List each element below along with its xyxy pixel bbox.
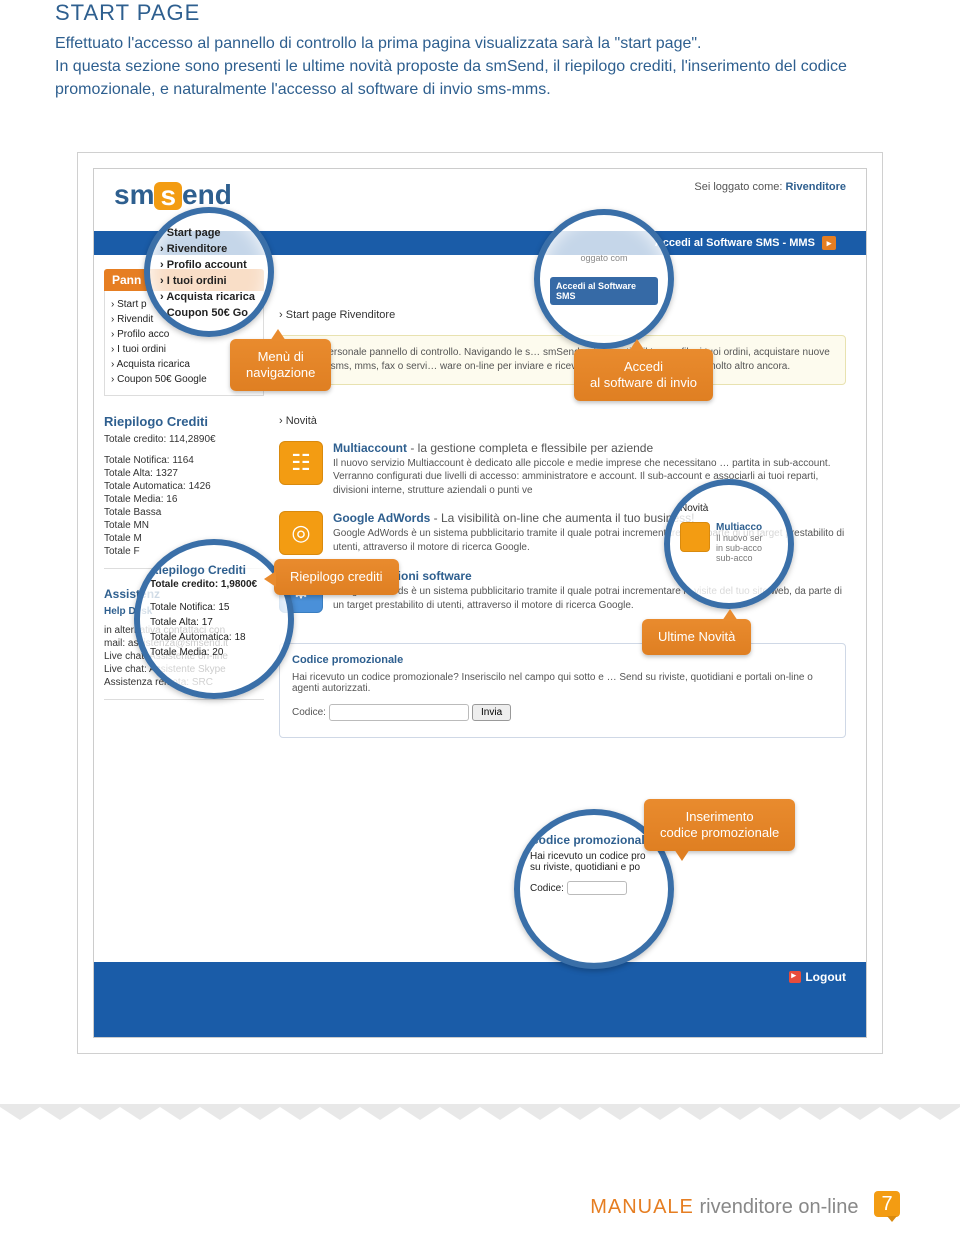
news-tag: - la gestione completa e flessibile per … xyxy=(407,441,653,455)
page-footer: MANUALE rivenditore on-line 7 xyxy=(0,1194,960,1220)
logo-post: end xyxy=(182,179,232,210)
credits-row: Totale Media: 16 xyxy=(104,493,264,506)
news-title: Google AdWords xyxy=(333,511,430,525)
promo-box: Codice promozionale Hai ricevuto un codi… xyxy=(279,643,846,738)
logo-mid: s xyxy=(154,182,182,210)
lens-menu: Start page Rivenditore Profilo account I… xyxy=(144,207,274,337)
lens-nov-crumb: Novità xyxy=(680,503,778,514)
callout-promo: Inserimentocodice promozionale xyxy=(644,799,795,852)
lens-nov-title: Multiacco xyxy=(716,522,763,533)
smsend-logo: smsend xyxy=(114,179,232,211)
intro-line-2: In questa sezione sono presenti le ultim… xyxy=(55,55,905,101)
multiaccount-icon: ☷ xyxy=(279,441,323,485)
lens-software: oggato com Accedi al Software SMS xyxy=(534,209,674,349)
news-heading: Novità xyxy=(279,415,846,427)
lens-cred-total: Totale credito: 1,9800€ xyxy=(150,577,278,592)
lens-sw-top: oggato com xyxy=(580,253,627,263)
promo-submit-button[interactable]: Invia xyxy=(472,704,511,721)
news-title: Multiaccount xyxy=(333,441,407,455)
callout-news: Ultime Novità xyxy=(642,619,751,655)
screenshot-frame: smsend Sei loggato come: Rivenditore Acc… xyxy=(77,152,883,1054)
lens-nov-line: sub-acco xyxy=(716,553,763,563)
credits-row: Totale Automatica: 1426 xyxy=(104,480,264,493)
logout-label: Logout xyxy=(805,970,846,984)
lens-promo-title: Codice promozionale xyxy=(530,833,658,847)
lens-cred-row: Totale Alta: 17 xyxy=(150,615,278,630)
lens-menu-item: Rivenditore xyxy=(160,241,258,257)
lens-nov-icon xyxy=(680,522,710,552)
lens-cred-row: Totale Notifica: 15 xyxy=(150,600,278,615)
credits-row: Totale Notifica: 1164 xyxy=(104,454,264,467)
lens-menu-item: I tuoi ordini xyxy=(160,273,258,289)
intro-line-1: Effettuato l'accesso al pannello di cont… xyxy=(55,32,905,55)
promo-label: Codice: xyxy=(292,707,326,718)
lens-sw-btn: Accedi al Software SMS xyxy=(550,277,658,305)
logged-as: Sei loggato come: Rivenditore xyxy=(694,181,846,193)
logout-icon xyxy=(789,971,801,983)
credits-row: Totale MN xyxy=(104,519,264,532)
lens-nov-line: in sub-acco xyxy=(716,543,763,553)
footer-manual: MANUALE xyxy=(590,1196,694,1218)
credits-total: Totale credito: 114,2890€ xyxy=(104,433,264,446)
lens-cred-row: Totale Media: 20 xyxy=(150,645,278,660)
credits-title: Riepilogo Crediti xyxy=(104,414,264,429)
bottom-bar: Logout xyxy=(94,962,866,1037)
access-software-label: Accedi al Software SMS - MMS xyxy=(655,236,815,248)
callout-software: Accedial software di invio xyxy=(574,349,713,402)
callout-credits: Riepilogo crediti xyxy=(274,559,399,595)
footer-sub: rivenditore on-line xyxy=(694,1196,859,1218)
lens-promo-input xyxy=(567,881,627,895)
arrow-right-icon: ▸ xyxy=(822,236,836,250)
credits-row: Totale Alta: 1327 xyxy=(104,467,264,480)
credits-row: Totale Bassa xyxy=(104,506,264,519)
lens-news: Novità Multiacco Il nuovo ser in sub-acc… xyxy=(664,479,794,609)
logout-button[interactable]: Logout xyxy=(789,970,846,984)
lens-cred-title: Riepilogo Crediti xyxy=(150,563,278,577)
lens-menu-item: Profilo account xyxy=(160,257,258,273)
page-number: 7 xyxy=(874,1191,900,1217)
lens-nov-line: Il nuovo ser xyxy=(716,533,763,543)
promo-input[interactable] xyxy=(329,704,469,721)
logged-as-user: Rivenditore xyxy=(785,181,846,193)
news-tag: - La visibilità on-line che aumenta il t… xyxy=(430,511,694,525)
logged-as-label: Sei loggato come: xyxy=(694,181,782,193)
promo-title: Codice promozionale xyxy=(292,654,833,666)
callout-menu: Menù dinavigazione xyxy=(230,339,331,392)
lens-menu-item: Coupon 50€ Go xyxy=(160,305,258,321)
access-software-link[interactable]: Accedi al Software SMS - MMS ▸ xyxy=(655,231,866,250)
lens-menu-item: Acquista ricarica xyxy=(160,289,258,305)
lens-credits: Riepilogo Crediti Totale credito: 1,9800… xyxy=(134,539,294,699)
lens-menu-item: Start page xyxy=(160,225,258,241)
logo-pre: sm xyxy=(114,179,154,210)
lens-cred-row: Totale Automatica: 18 xyxy=(150,630,278,645)
lens-promo-text: Hai ricevuto un codice pro su riviste, q… xyxy=(530,851,658,873)
promo-desc: Hai ricevuto un codice promozionale? Ins… xyxy=(292,672,833,694)
lens-promo-label: Codice: xyxy=(530,883,564,894)
page-heading: START PAGE xyxy=(55,0,905,26)
page-zigzag xyxy=(0,1104,960,1124)
